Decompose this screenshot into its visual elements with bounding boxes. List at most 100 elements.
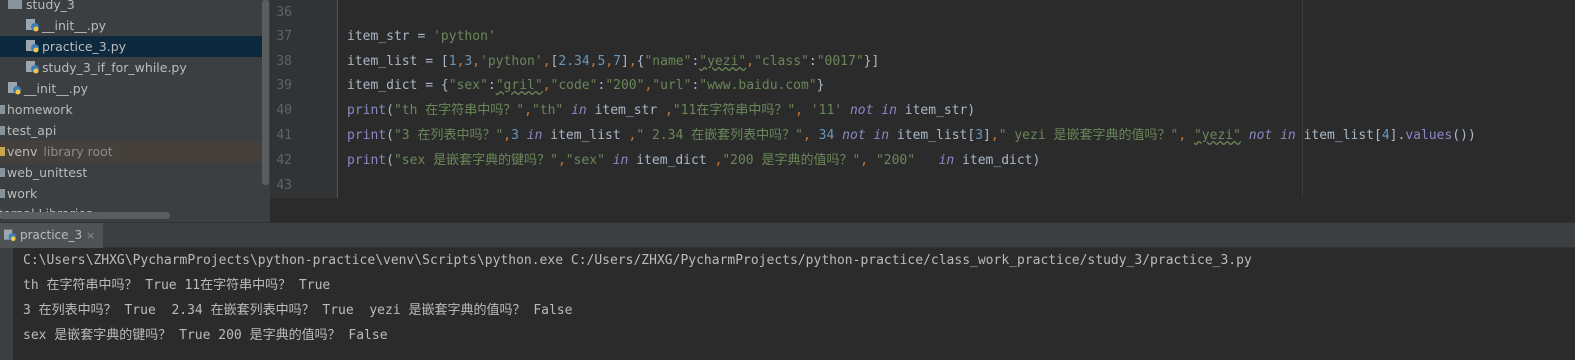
code-token: item_list xyxy=(347,54,426,69)
code-line[interactable]: item_list = [1,3,'python',[2.34,5,7],{"n… xyxy=(347,50,879,74)
tree-item-label: study_3_if_for_while.py xyxy=(42,60,187,75)
folder-icon xyxy=(0,147,5,156)
code-line[interactable]: print("3 在列表中吗？",3 in item_list ," 2.34 … xyxy=(347,124,1476,148)
line-number: 43 xyxy=(276,178,292,193)
code-token: "gril" xyxy=(495,78,543,93)
tree-item-label: test_api xyxy=(7,123,57,138)
run-tab[interactable]: practice_3 × xyxy=(0,223,103,248)
code-token: "200 是字典的值吗？" xyxy=(722,153,861,168)
code-editor[interactable]: item_str = 'python' item_list = [1,3,'py… xyxy=(339,0,1575,198)
tree-item-web-unittest[interactable]: web_unittest xyxy=(0,162,262,183)
project-scrollbar-thumb[interactable] xyxy=(262,0,269,185)
code-token: 'python' xyxy=(480,54,543,69)
code-token: 34 xyxy=(818,128,835,143)
code-token: "www.baidu.com" xyxy=(699,78,817,93)
code-token: , xyxy=(860,153,876,168)
code-token: in xyxy=(518,128,551,143)
right-margin-guide xyxy=(1302,0,1303,198)
console-toolbar xyxy=(0,248,13,360)
line-number: 42 xyxy=(276,153,292,168)
code-token: ]. xyxy=(1389,128,1406,143)
code-token: '11' xyxy=(810,103,843,118)
code-line[interactable]: print("sex 是嵌套字典的键吗？","sex" in item_dict… xyxy=(347,149,1040,173)
console-output-line: th 在字符串中吗？ True 11在字符串中吗？ True xyxy=(23,278,331,293)
python-file-icon xyxy=(8,82,21,95)
code-token: "sex 是嵌套字典的键吗？" xyxy=(393,153,558,168)
tree-item-test-api[interactable]: test_api xyxy=(0,120,262,141)
tree-item-study-3[interactable]: study_3 xyxy=(0,0,262,15)
code-token: "url" xyxy=(652,78,692,93)
code-token: in xyxy=(915,153,963,168)
code-token: 3 xyxy=(975,128,984,143)
folder-icon xyxy=(8,0,22,9)
code-token: , xyxy=(990,128,999,143)
code-token: "200" xyxy=(605,78,645,93)
python-file-icon xyxy=(4,229,16,242)
tree-item-venv[interactable]: venv library root xyxy=(0,141,262,162)
line-number: 41 xyxy=(276,128,292,143)
tree-item-work[interactable]: work xyxy=(0,183,262,204)
code-token: = xyxy=(417,29,434,44)
code-token: ()) xyxy=(1452,128,1476,143)
python-file-icon xyxy=(26,19,39,32)
line-number: 39 xyxy=(276,78,292,93)
code-token: " yezi 是嵌套字典的值吗？" xyxy=(998,128,1179,143)
code-token: "sex" xyxy=(448,78,488,93)
tree-item-label: web_unittest xyxy=(7,165,88,180)
python-file-icon xyxy=(26,40,39,53)
code-token: "yezi" xyxy=(699,54,747,69)
console-output-line: 3 在列表中吗？ True 2.34 在嵌套列表中吗？ True yezi 是嵌… xyxy=(23,303,573,318)
code-token: item_list[ xyxy=(896,128,976,143)
code-token: "200" xyxy=(875,153,916,168)
tree-item-init-py[interactable]: __init__.py xyxy=(0,15,262,36)
code-token: 'python' xyxy=(433,29,496,44)
code-line[interactable]: item_str = 'python' xyxy=(347,25,496,49)
code-token: item_list[ xyxy=(1303,128,1382,143)
line-number: 40 xyxy=(276,103,292,118)
code-token: item_str) xyxy=(904,103,976,118)
code-token: item_dict xyxy=(347,78,426,93)
run-console[interactable]: C:\Users\ZHXG\PycharmProjects\python-pra… xyxy=(0,248,1575,360)
code-token: 1 xyxy=(448,54,457,69)
tree-item-label: __init__.py xyxy=(24,81,89,96)
code-token: , xyxy=(542,54,551,69)
line-number: 38 xyxy=(276,54,292,69)
code-token: "th" xyxy=(531,103,564,118)
code-token: , xyxy=(802,128,819,143)
code-line[interactable]: item_dict = {"sex":"gril","code":"200","… xyxy=(347,74,825,98)
code-token: "class" xyxy=(754,54,809,69)
code-token: , xyxy=(472,54,481,69)
code-token: item_str xyxy=(347,29,418,44)
code-token: print xyxy=(347,128,387,143)
tree-item-init-py-root[interactable]: __init__.py xyxy=(0,78,262,99)
console-output-line: C:\Users\ZHXG\PycharmProjects\python-pra… xyxy=(23,253,1252,268)
code-token: , xyxy=(524,103,532,118)
tree-item-practice-3-py[interactable]: practice_3.py xyxy=(0,36,262,57)
code-token: : xyxy=(487,78,496,93)
line-number-gutter: 36 37 38 39 40 41 42 43 xyxy=(270,0,338,198)
code-token: , xyxy=(557,153,566,168)
code-token: 4 xyxy=(1381,128,1390,143)
code-token: "name" xyxy=(644,54,692,69)
code-token: "sex" xyxy=(565,153,605,168)
code-token: "0017" xyxy=(816,54,864,69)
code-token: in xyxy=(563,103,595,118)
code-token: "3 在列表中吗？" xyxy=(393,128,504,143)
code-token: "th 在字符串中吗？" xyxy=(393,103,525,118)
code-token: print xyxy=(347,103,387,118)
code-token: item_list xyxy=(550,128,629,143)
tree-item-study-3-if-for-while-py[interactable]: study_3_if_for_while.py xyxy=(0,57,262,78)
code-line[interactable]: print("th 在字符串中吗？","th" in item_str ,"11… xyxy=(347,99,975,123)
code-token: 3 xyxy=(511,128,519,143)
tree-item-homework[interactable]: homework xyxy=(0,99,262,120)
close-icon[interactable]: × xyxy=(86,223,95,248)
run-tab-label: practice_3 xyxy=(20,228,83,242)
code-token: print xyxy=(347,153,387,168)
code-token: ( xyxy=(386,128,394,143)
code-token: , xyxy=(589,54,598,69)
tree-item-label: work xyxy=(7,186,38,201)
folder-icon xyxy=(0,168,5,177)
folder-icon xyxy=(0,105,5,114)
horizontal-scrollbar[interactable] xyxy=(0,212,170,219)
code-token: not in xyxy=(1240,128,1304,143)
